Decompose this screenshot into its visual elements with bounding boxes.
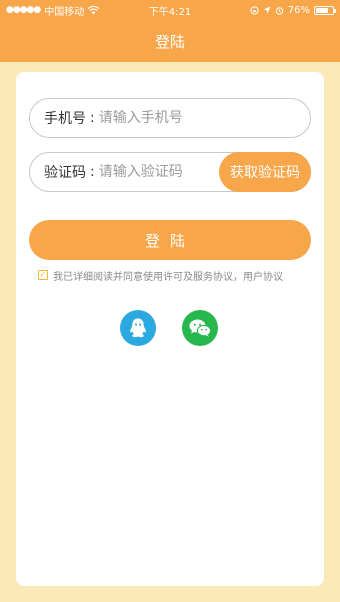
verification-code-field[interactable]: 验证码 : 获取验证码	[29, 152, 311, 192]
login-button[interactable]: 登陆	[29, 220, 311, 260]
location-icon	[263, 6, 271, 14]
code-label: 验证码	[44, 165, 86, 181]
status-bar: ●●●●● 中国移动 下午4:21 76%	[0, 0, 340, 20]
carrier-name: 中国移动	[44, 6, 85, 18]
agreement-checkbox[interactable]: ✓	[38, 270, 48, 280]
wechat-login-button[interactable]	[182, 310, 218, 346]
battery-percent: 76%	[287, 4, 310, 16]
signal-icon: ●●●●●	[6, 5, 41, 15]
login-card: 手机号 : 验证码 : 获取验证码 登陆 ✓ 我已详细阅读并同意使用许可及服务协…	[16, 72, 324, 586]
phone-input[interactable]	[98, 110, 310, 126]
wechat-icon	[189, 319, 212, 337]
status-left: ●●●●● 中国移动	[6, 3, 100, 18]
get-code-button[interactable]: 获取验证码	[219, 152, 311, 192]
phone-field[interactable]: 手机号 :	[29, 98, 311, 138]
wifi-icon	[88, 5, 100, 14]
battery-icon	[314, 5, 336, 15]
qq-icon	[130, 318, 146, 338]
status-right: 76%	[250, 4, 336, 16]
nav-bar: 登陆	[0, 20, 340, 62]
phone-colon: :	[90, 110, 95, 126]
code-colon: :	[90, 164, 95, 180]
agreement-row: ✓ 我已详细阅读并同意使用许可及服务协议，用户协议	[38, 268, 318, 283]
qq-login-button[interactable]	[120, 310, 156, 346]
phone-label: 手机号	[44, 111, 86, 127]
alarm-icon	[275, 6, 283, 15]
agreement-text[interactable]: 我已详细阅读并同意使用许可及服务协议，用户协议	[53, 268, 283, 283]
page-title: 登陆	[154, 32, 185, 51]
battery-fill	[316, 7, 329, 13]
verification-code-input[interactable]	[98, 164, 209, 180]
lock-rotation-icon	[250, 5, 259, 15]
